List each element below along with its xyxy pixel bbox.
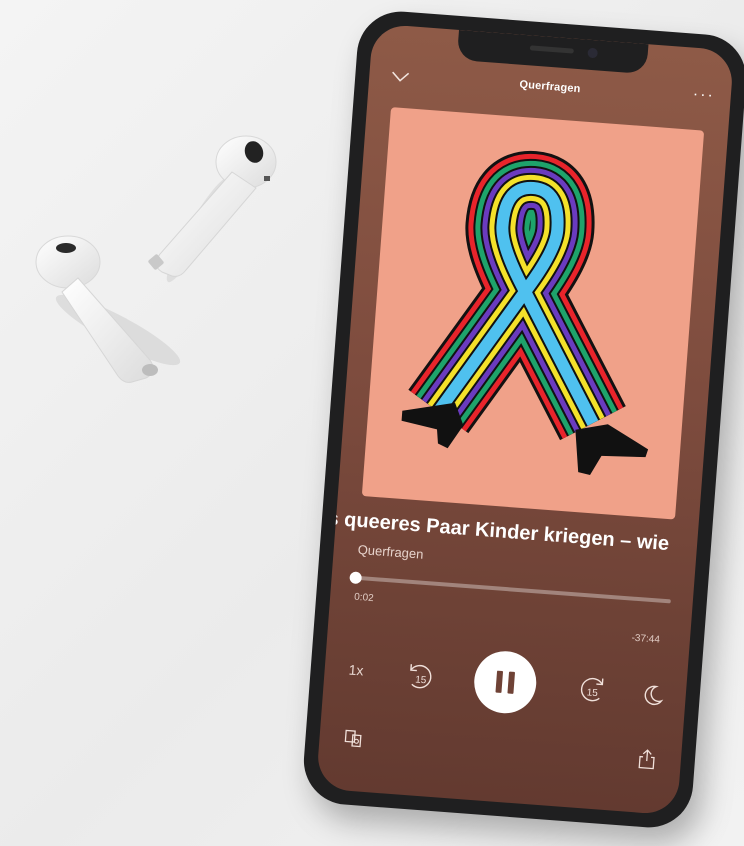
front-camera — [587, 47, 599, 59]
pause-icon-bar — [507, 671, 516, 694]
more-options-icon[interactable]: ··· — [692, 86, 715, 105]
episode-cover-art — [361, 107, 705, 520]
airpods-image — [35, 135, 277, 383]
remaining-time: -37:44 — [631, 632, 661, 646]
connect-device-icon[interactable] — [343, 727, 364, 748]
phone: Querfragen ··· ls queeres Paar Kinder kr… — [300, 8, 744, 831]
elapsed-time: 0:02 — [353, 591, 375, 605]
pause-icon — [495, 670, 504, 694]
svg-text:15: 15 — [586, 687, 598, 699]
progress-bar[interactable] — [349, 571, 671, 604]
earpiece-speaker — [529, 45, 574, 54]
svg-text:15: 15 — [415, 675, 427, 687]
playback-controls: 1x 15 15 — [322, 632, 689, 739]
podcast-player-screen: Querfragen ··· ls queeres Paar Kinder kr… — [315, 23, 735, 816]
header-title: Querfragen — [518, 78, 582, 96]
pause-button[interactable] — [472, 649, 539, 716]
share-icon[interactable] — [636, 747, 658, 770]
show-name[interactable]: Querfragen — [357, 542, 424, 562]
skip-forward-15-icon[interactable]: 15 — [575, 671, 611, 707]
rainbow-ribbon-illustration — [401, 150, 649, 476]
progress-knob[interactable] — [349, 571, 363, 585]
skip-back-15-icon[interactable]: 15 — [401, 658, 437, 694]
playback-speed-button[interactable]: 1x — [348, 662, 364, 679]
moon-icon[interactable] — [641, 684, 665, 708]
